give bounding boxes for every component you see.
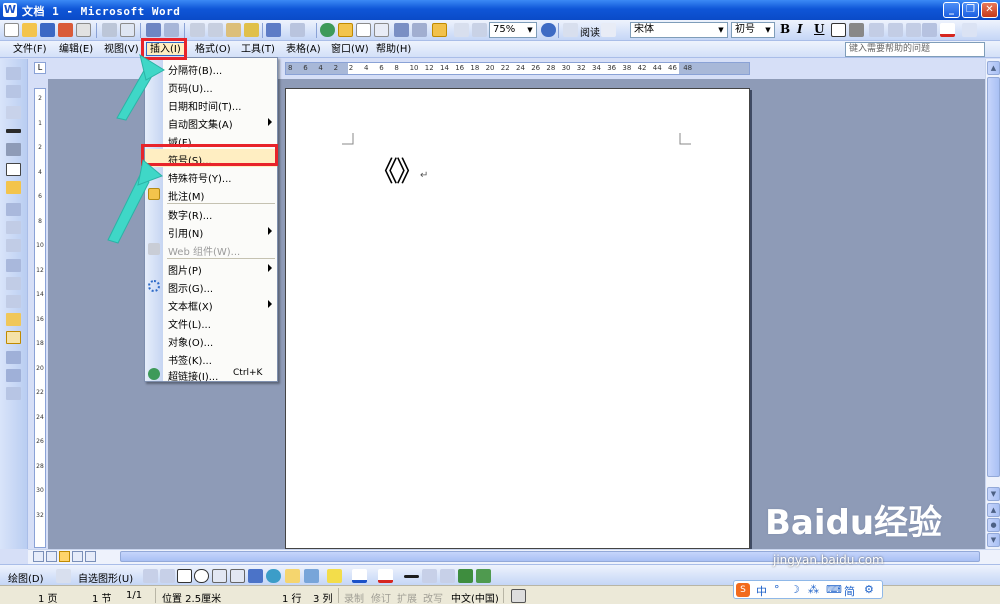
- annotation-arrows: [107, 53, 165, 244]
- arrow-to-insert-menu: [116, 53, 165, 121]
- arrow-to-symbol-item: [107, 159, 163, 244]
